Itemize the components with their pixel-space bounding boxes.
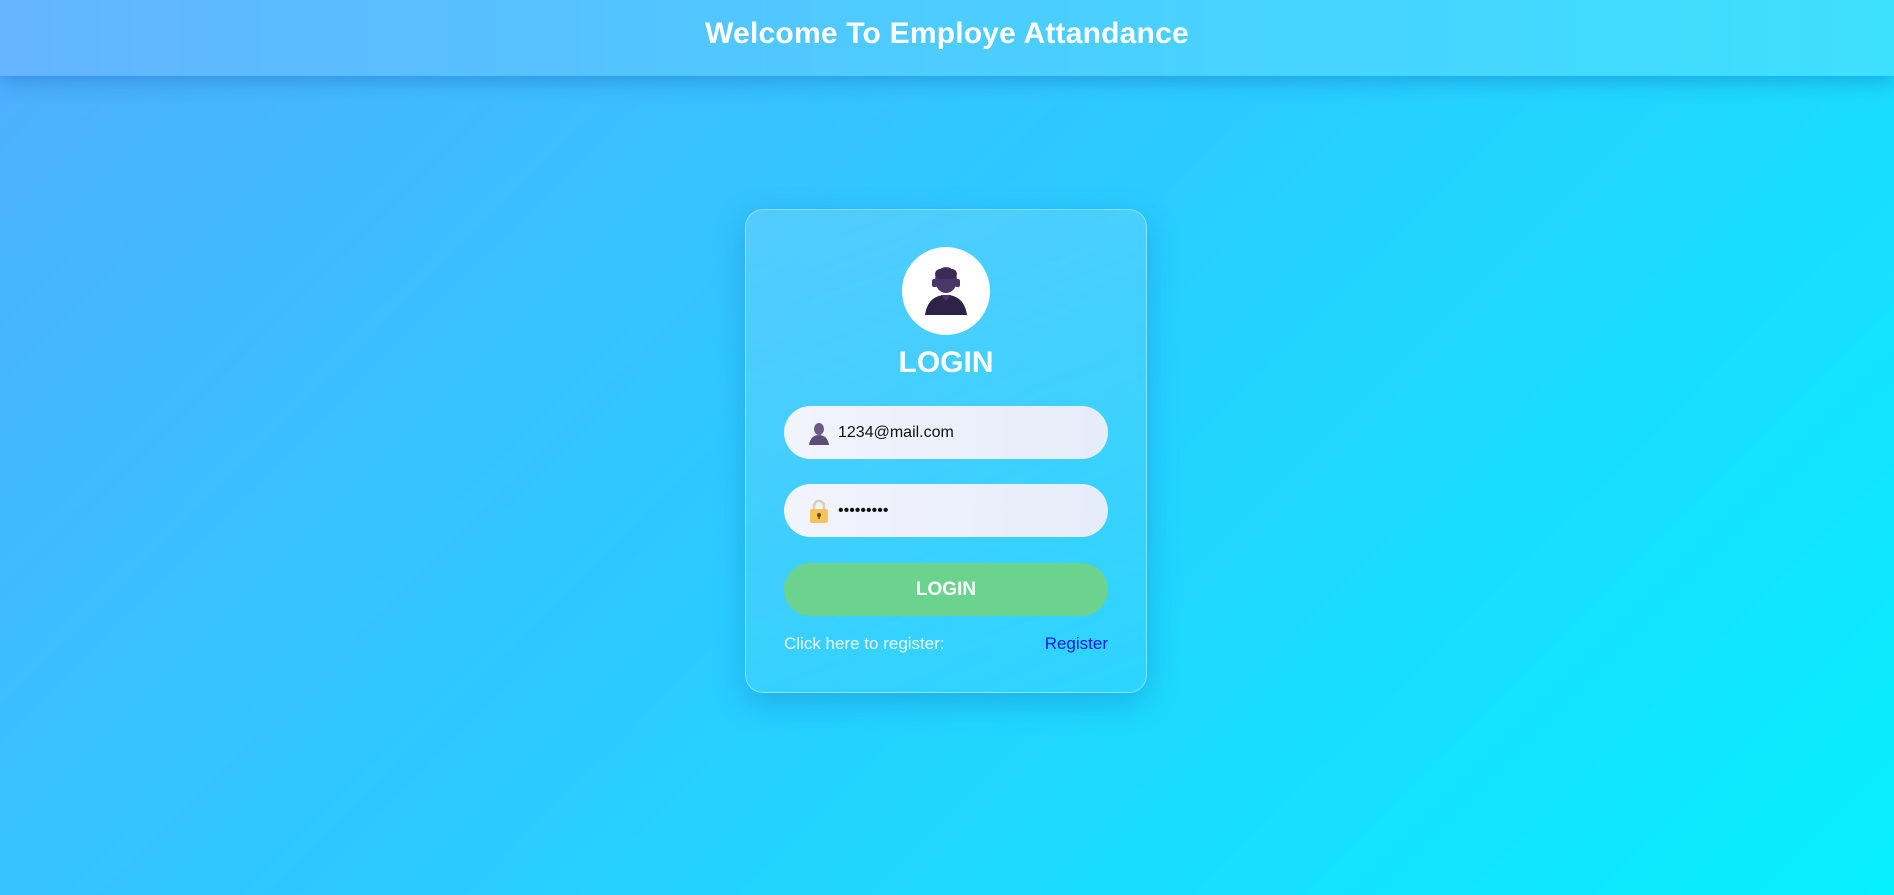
login-card: LOGIN LOGIN Click here to register: Regi… bbox=[745, 209, 1147, 693]
page-title: Welcome To Employe Attandance bbox=[705, 17, 1189, 50]
user-avatar-icon bbox=[902, 247, 990, 335]
password-field[interactable] bbox=[784, 484, 1108, 537]
email-field[interactable] bbox=[784, 406, 1108, 459]
login-button[interactable]: LOGIN bbox=[784, 563, 1108, 616]
register-link[interactable]: Register bbox=[1045, 634, 1108, 654]
email-input[interactable] bbox=[838, 423, 1088, 442]
register-prompt: Click here to register: bbox=[784, 634, 945, 653]
user-icon bbox=[806, 420, 832, 446]
password-input[interactable] bbox=[838, 501, 1088, 520]
top-header-bar: Welcome To Employe Attandance bbox=[0, 0, 1894, 76]
register-row: Click here to register: Register bbox=[784, 634, 1108, 654]
login-heading: LOGIN bbox=[898, 346, 994, 379]
user-silhouette-icon bbox=[925, 267, 967, 315]
lock-icon bbox=[806, 498, 832, 524]
